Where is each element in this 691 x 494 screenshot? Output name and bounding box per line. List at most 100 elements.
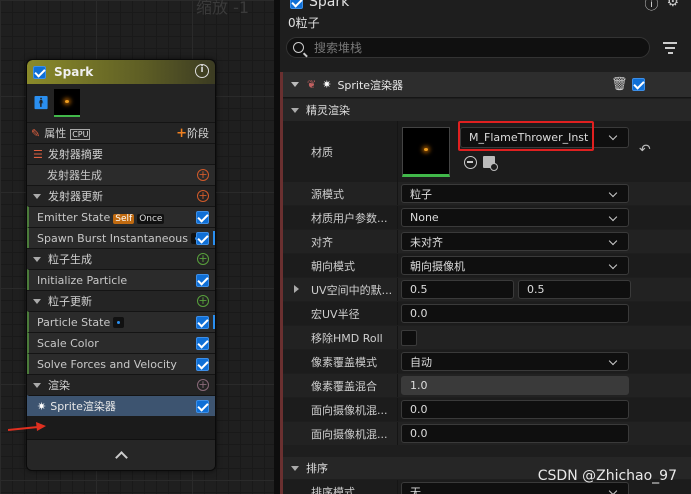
pencil-icon: ✎ [31, 126, 41, 140]
collapse-caret-icon[interactable] [33, 298, 41, 304]
module-enabled-checkbox[interactable] [196, 231, 209, 245]
module-solve-forces[interactable]: Solve Forces and Velocity [27, 353, 215, 374]
property-pixel-coverage-blend: 像素覆盖混合 1.0 [283, 374, 691, 397]
alignment-dropdown[interactable]: 未对齐 [401, 232, 629, 251]
module-emitter-state[interactable]: Emitter State Self Once [27, 206, 215, 227]
zoom-label: 缩放 -1 [196, 0, 250, 17]
particle-count: 0粒子 [288, 16, 320, 30]
uv-y-input[interactable]: 0.5 [518, 280, 631, 299]
add-module-icon[interactable]: + [197, 253, 209, 265]
property-face-camera-blend-2: 面向摄像机混... 0.0 [283, 422, 691, 445]
collapse-caret-icon[interactable] [33, 193, 41, 199]
chevron-down-icon [608, 486, 618, 494]
face-camera-blend-1-input[interactable]: 0.0 [401, 400, 629, 419]
module-enabled-checkbox[interactable] [196, 273, 209, 287]
material-dropdown[interactable]: M_FlameThrower_Inst [460, 127, 629, 148]
module-enabled-checkbox[interactable] [196, 399, 209, 413]
expand-caret-icon[interactable] [294, 285, 299, 293]
source-mode-dropdown[interactable]: 粒子 [401, 184, 629, 203]
sprite-renderer-section: ❦ ✷ Sprite渲染器 🗑︎ 精灵渲染 材质 M_FlameThrower_… [280, 72, 691, 494]
reset-to-default-icon[interactable]: ↶ [639, 142, 651, 158]
trash-icon[interactable]: 🗑︎ [611, 77, 628, 92]
chevron-down-icon [608, 188, 618, 198]
selection-indicator [213, 315, 215, 329]
section-header[interactable]: ❦ ✷ Sprite渲染器 🗑︎ [283, 72, 691, 98]
category-sprite-render[interactable]: 精灵渲染 [283, 99, 691, 121]
property-pixel-coverage-mode: 像素覆盖模式 自动 [283, 350, 691, 373]
node-row-emitter-update[interactable]: 发射器更新 + [27, 185, 215, 206]
module-particle-state[interactable]: Particle State [27, 311, 215, 332]
attr-label: 属性 [44, 127, 67, 140]
property-alignment: 对齐 未对齐 [283, 230, 691, 253]
filter-icon[interactable] [663, 42, 677, 57]
chevron-down-icon [608, 260, 618, 270]
node-row-summary[interactable]: ☰ 发射器摘要 [27, 143, 215, 164]
module-scale-color[interactable]: Scale Color [27, 332, 215, 353]
pixel-coverage-blend-input[interactable]: 1.0 [401, 376, 629, 395]
browse-asset-icon[interactable] [483, 156, 498, 171]
material-user-params-dropdown[interactable]: None [401, 208, 629, 227]
add-module-icon[interactable]: + [197, 295, 209, 307]
self-tag: Self [113, 213, 135, 224]
list-icon: ☰ [33, 147, 43, 161]
emitter-node[interactable]: Spark i 🚹︎ ✎ 属性 CPU +阶段 ☰ 发射器摘要 发射器生成 + 发… [26, 59, 216, 471]
module-enabled-checkbox[interactable] [196, 336, 209, 350]
property-face-camera-blend-1: 面向摄像机混... 0.0 [283, 398, 691, 421]
collapse-caret-icon[interactable] [33, 256, 41, 262]
module-sprite-renderer[interactable]: ✷ Sprite渲染器 [27, 395, 215, 416]
emitter-thumbnail[interactable] [53, 89, 80, 117]
watermark: CSDN @Zhichao_97 [537, 468, 677, 484]
section-title: Sprite渲染器 [337, 78, 404, 92]
collapse-caret-icon[interactable] [291, 107, 299, 113]
add-stage-button[interactable]: +阶段 [176, 125, 209, 141]
node-row-attributes[interactable]: ✎ 属性 CPU +阶段 [27, 122, 215, 143]
gpu-dot-icon [113, 317, 125, 328]
collapse-node-button[interactable] [27, 439, 215, 470]
node-row-emitter-spawn[interactable]: 发射器生成 + [27, 164, 215, 185]
info-icon[interactable]: i [195, 64, 209, 78]
node-row-particle-update[interactable]: 粒子更新 + [27, 290, 215, 311]
remove-hmd-roll-checkbox[interactable] [401, 329, 417, 346]
module-spawn-burst[interactable]: Spawn Burst Instantaneous [27, 227, 215, 248]
module-enabled-checkbox[interactable] [196, 357, 209, 371]
face-camera-blend-2-input[interactable]: 0.0 [401, 424, 629, 443]
module-enabled-checkbox[interactable] [196, 315, 209, 329]
module-initialize-particle[interactable]: Initialize Particle [27, 269, 215, 290]
cpu-tag: CPU [70, 129, 91, 140]
use-selected-asset-icon[interactable] [464, 156, 477, 169]
pixel-coverage-mode-dropdown[interactable]: 自动 [401, 352, 629, 371]
property-macro-uv-radius: 宏UV半径 0.0 [283, 302, 691, 325]
sparkle-icon: ✷ [37, 399, 47, 413]
uv-x-input[interactable]: 0.5 [401, 280, 514, 299]
selection-indicator [213, 231, 215, 245]
emitter-spawn-label: 发射器生成 [47, 169, 102, 182]
collapse-caret-icon[interactable] [291, 82, 299, 87]
node-row-particle-spawn[interactable]: 粒子生成 + [27, 248, 215, 269]
once-tag: Once [137, 213, 165, 224]
property-uv-default: UV空间中的默... 0.5 0.5 [283, 278, 691, 301]
search-input[interactable] [312, 39, 616, 56]
gear-icon[interactable]: ⚙ [666, 0, 679, 14]
node-row-render[interactable]: 渲染 + [27, 374, 215, 395]
node-header[interactable]: Spark i [27, 60, 215, 84]
add-renderer-icon[interactable]: + [197, 379, 209, 391]
collapse-caret-icon[interactable] [291, 465, 299, 471]
add-module-icon[interactable]: + [197, 190, 209, 202]
module-enabled-checkbox[interactable] [196, 210, 209, 224]
search-box[interactable] [286, 37, 650, 58]
person-icon: 🚹︎ [33, 95, 50, 111]
section-enabled-checkbox[interactable] [632, 78, 645, 91]
emitter-enabled-checkbox[interactable] [290, 0, 303, 9]
collapse-caret-icon[interactable] [33, 382, 41, 388]
red-arrow-annotation [8, 422, 46, 431]
link-icon: ❦ [307, 78, 317, 91]
node-graph-canvas[interactable]: 缩放 -1 Spark i 🚹︎ ✎ 属性 CPU +阶段 ☰ 发射器摘要 发射器… [0, 0, 274, 494]
details-panel: Spark ⓘ ⚙ 0粒子 ❦ ✷ Sprite渲染器 🗑︎ 精灵渲染 材质 [280, 0, 691, 494]
add-module-icon[interactable]: + [197, 169, 209, 181]
macro-uv-radius-input[interactable]: 0.0 [401, 304, 629, 323]
facing-mode-dropdown[interactable]: 朝向摄像机 [401, 256, 629, 275]
emitter-enabled-checkbox[interactable] [33, 65, 46, 79]
details-title: Spark [309, 0, 350, 10]
info-icon[interactable]: ⓘ [644, 0, 658, 14]
material-thumbnail[interactable] [402, 127, 450, 177]
